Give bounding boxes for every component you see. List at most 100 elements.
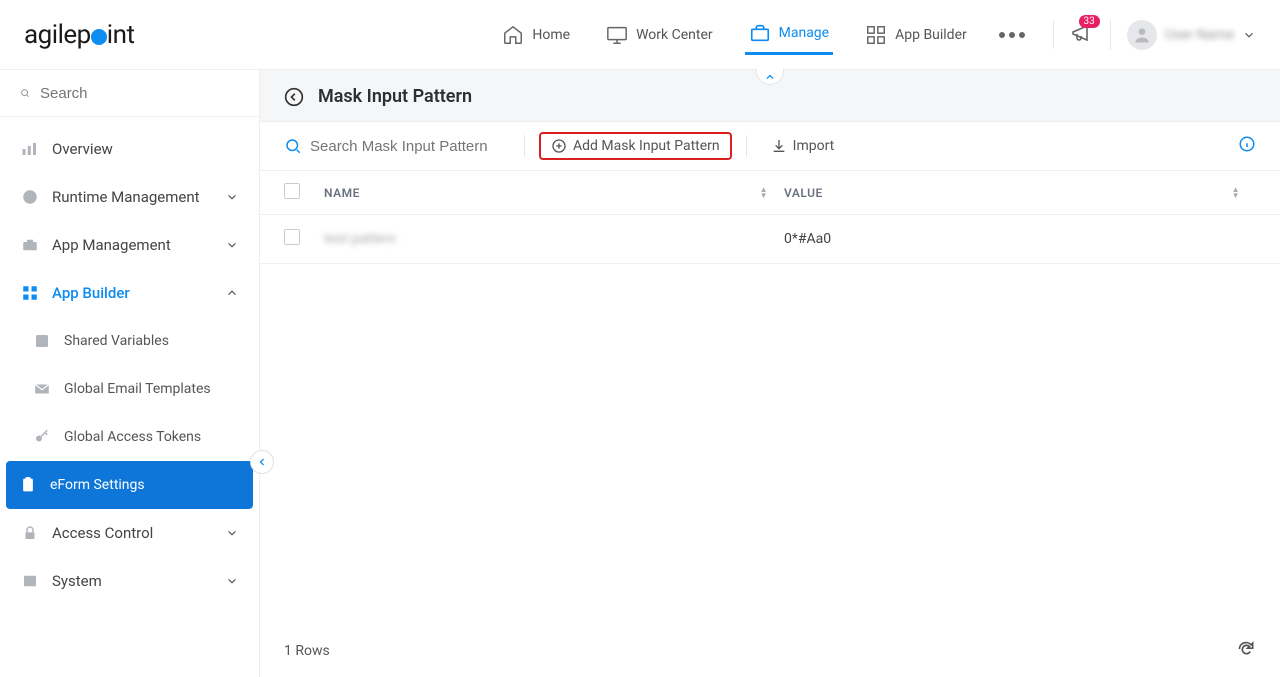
briefcase-icon xyxy=(20,235,40,255)
brand-dot-icon xyxy=(91,29,107,45)
sidebar-collapse-button[interactable] xyxy=(250,450,274,474)
cell-value: 0*#Aa0 xyxy=(784,231,1256,247)
sidebar-sub-eform-settings[interactable]: eForm Settings xyxy=(6,461,253,509)
plus-circle-icon xyxy=(551,138,567,154)
toolbar-separator xyxy=(524,135,525,157)
sidebar-item-label: App Management xyxy=(52,236,171,254)
sidebar-item-system[interactable]: System xyxy=(0,557,259,605)
table-header: NAME ▲▼ VALUE ▲▼ xyxy=(260,171,1280,215)
home-icon xyxy=(502,24,524,46)
sidebar-sub-access-tokens[interactable]: Global Access Tokens xyxy=(0,413,259,461)
grid-icon xyxy=(20,283,40,303)
header-divider xyxy=(1053,21,1054,49)
notifications-badge: 33 xyxy=(1079,15,1100,28)
brand-text-2: int xyxy=(107,20,135,50)
person-icon xyxy=(1132,25,1152,45)
sidebar-sub-email-templates[interactable]: Global Email Templates xyxy=(0,365,259,413)
download-icon xyxy=(771,138,787,154)
mail-icon xyxy=(32,379,52,399)
server-icon xyxy=(20,571,40,591)
chevron-down-icon xyxy=(225,190,239,204)
brand-text-1: agilep xyxy=(24,20,91,50)
sidebar-search-input[interactable] xyxy=(40,85,239,102)
column-name-label: NAME xyxy=(324,186,360,200)
main-content: Mask Input Pattern Add Mask Input Patter… xyxy=(260,70,1280,677)
user-menu[interactable]: User Name xyxy=(1110,20,1256,50)
nav-work-center[interactable]: Work Center xyxy=(602,16,717,54)
import-button[interactable]: Import xyxy=(761,132,845,160)
chart-icon xyxy=(20,139,40,159)
chevron-down-icon xyxy=(225,238,239,252)
sort-icon: ▲▼ xyxy=(1232,187,1256,199)
sidebar-item-app-builder[interactable]: App Builder xyxy=(0,269,259,317)
nav-manage[interactable]: Manage xyxy=(745,14,833,55)
sidebar-sub-label: Global Email Templates xyxy=(64,381,211,397)
add-button-label: Add Mask Input Pattern xyxy=(573,138,720,154)
lock-icon xyxy=(20,523,40,543)
cell-name: test pattern xyxy=(324,231,784,247)
sidebar-item-app-management[interactable]: App Management xyxy=(0,221,259,269)
header-right: 33 User Name xyxy=(1053,20,1256,50)
sort-icon: ▲▼ xyxy=(760,187,784,199)
sidebar-item-label: Overview xyxy=(52,140,113,158)
sidebar-item-overview[interactable]: Overview xyxy=(0,125,259,173)
sidebar-sub-label: eForm Settings xyxy=(50,477,145,493)
chevron-down-icon xyxy=(225,526,239,540)
column-name-header[interactable]: NAME ▲▼ xyxy=(324,186,784,200)
sidebar-item-access-control[interactable]: Access Control xyxy=(0,509,259,557)
nav-more-button[interactable] xyxy=(999,32,1025,38)
monitor-icon xyxy=(606,24,628,46)
row-count-label: 1 Rows xyxy=(284,643,330,659)
nav-work-center-label: Work Center xyxy=(636,27,713,43)
clipboard-icon xyxy=(18,475,38,495)
nav-manage-label: Manage xyxy=(779,25,829,41)
nav-app-builder-label: App Builder xyxy=(895,27,967,43)
search-icon xyxy=(20,84,30,102)
sidebar-sub-label: Global Access Tokens xyxy=(64,429,201,445)
sidebar-item-label: App Builder xyxy=(52,284,130,302)
sidebar-search[interactable] xyxy=(0,70,259,117)
clock-icon xyxy=(20,187,40,207)
sidebar-sub-shared-variables[interactable]: Shared Variables xyxy=(0,317,259,365)
avatar xyxy=(1127,20,1157,50)
chevron-down-icon xyxy=(1242,28,1256,42)
chevron-down-icon xyxy=(225,574,239,588)
briefcase-icon xyxy=(749,22,771,44)
add-mask-pattern-button[interactable]: Add Mask Input Pattern xyxy=(539,132,732,160)
row-checkbox[interactable] xyxy=(284,229,300,245)
grid-icon xyxy=(865,24,887,46)
chevron-up-icon xyxy=(225,286,239,300)
nav-app-builder[interactable]: App Builder xyxy=(861,16,971,54)
nav-home-label: Home xyxy=(532,27,570,43)
table-search[interactable] xyxy=(284,137,510,155)
sidebar-item-label: System xyxy=(52,572,102,590)
toolbar-separator xyxy=(746,135,747,157)
select-all-checkbox[interactable] xyxy=(284,183,300,199)
user-name-label: User Name xyxy=(1165,27,1234,43)
column-value-header[interactable]: VALUE ▲▼ xyxy=(784,186,1256,200)
info-button[interactable] xyxy=(1238,135,1256,157)
page-title: Mask Input Pattern xyxy=(318,86,472,107)
brand-logo: agilep int xyxy=(24,20,134,50)
sidebar-sub-label: Shared Variables xyxy=(64,333,169,349)
info-icon xyxy=(1238,135,1256,153)
import-button-label: Import xyxy=(793,138,835,154)
refresh-icon xyxy=(1236,639,1256,659)
nav-home[interactable]: Home xyxy=(498,16,574,54)
key-icon xyxy=(32,427,52,447)
table-row[interactable]: test pattern 0*#Aa0 xyxy=(260,215,1280,264)
chevron-up-icon xyxy=(764,71,776,83)
top-header: agilep int Home Work Center Manage App Bu… xyxy=(0,0,1280,70)
toolbar: Add Mask Input Pattern Import xyxy=(260,122,1280,171)
sidebar: Overview Runtime Management App Manageme… xyxy=(0,70,260,677)
notifications-button[interactable]: 33 xyxy=(1070,21,1094,49)
table-search-input[interactable] xyxy=(310,138,510,155)
search-icon xyxy=(284,137,302,155)
top-nav: Home Work Center Manage App Builder xyxy=(498,14,1024,55)
sidebar-item-label: Access Control xyxy=(52,524,153,542)
back-arrow-icon[interactable] xyxy=(284,87,304,107)
sidebar-item-runtime-management[interactable]: Runtime Management xyxy=(0,173,259,221)
column-value-label: VALUE xyxy=(784,186,823,200)
table-footer: 1 Rows xyxy=(260,625,1280,677)
refresh-button[interactable] xyxy=(1236,639,1256,663)
